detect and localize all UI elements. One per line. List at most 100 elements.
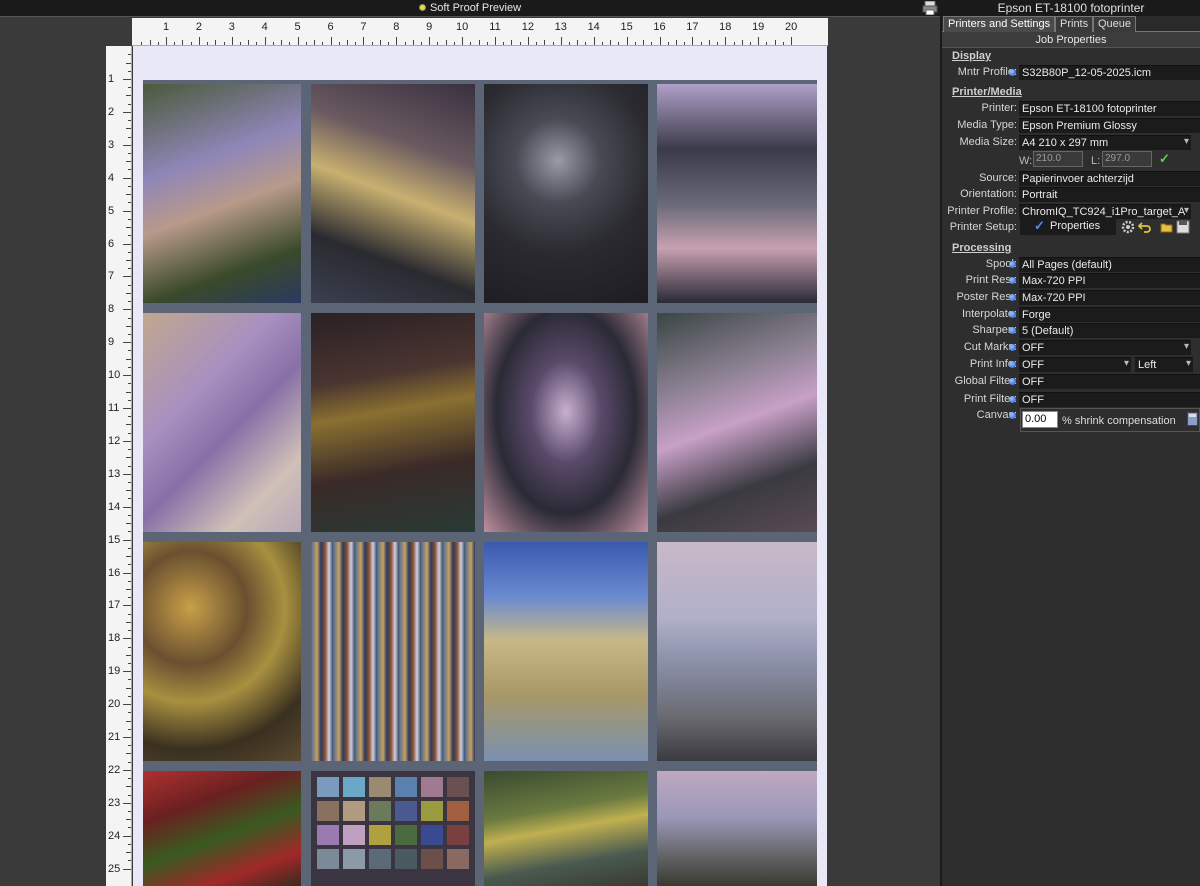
photo-sunflower-interior[interactable] [311,313,475,532]
width-field[interactable]: 210.0 [1033,151,1083,167]
tab-prints[interactable]: Prints [1055,16,1094,32]
v-ruler-tick [123,572,131,574]
photo-rocks-trees[interactable] [484,771,648,886]
photo-ceramic-plates[interactable] [143,542,301,761]
spool-bullet-icon[interactable] [1009,261,1016,268]
global-filter-bullet-icon[interactable] [1009,378,1016,385]
v-ruler-tick [128,366,131,368]
v-ruler-tick [128,432,131,434]
print-info-position-select[interactable]: Left [1135,357,1193,372]
print-filter-field[interactable]: OFF [1019,392,1200,407]
undo-icon[interactable] [1138,220,1152,234]
photo-peppers[interactable] [143,771,301,886]
canvas-bullet-icon[interactable] [1009,412,1016,419]
print-sheet [143,80,817,886]
printer-profile-select[interactable]: ChromIQ_TC924_i1Pro_target_A [1019,204,1191,219]
length-field[interactable]: 297.0 [1102,151,1152,167]
sharpen-bullet-icon[interactable] [1009,327,1016,334]
h-ruler-tick [462,37,464,45]
h-ruler-tick [149,40,151,45]
poster-res-bullet-icon[interactable] [1009,294,1016,301]
v-ruler-tick [126,358,131,360]
photo-flowers-girl[interactable] [143,84,301,303]
photo-abstract-face[interactable] [484,313,648,532]
v-ruler-tick [123,638,131,640]
row-print-res: Print Res.: Max-720 PPI [942,273,1200,288]
poster-res-field[interactable]: Max-720 PPI [1019,290,1200,305]
cut-marks-bullet-icon[interactable] [1009,344,1016,351]
v-ruler-tick [126,325,131,327]
v-ruler-tick [128,120,131,122]
properties-button[interactable]: ✓ Properties [1020,218,1116,235]
cut-marks-select[interactable]: OFF [1019,340,1191,355]
v-ruler-tick [126,227,131,229]
row-print-filter: Print Filter: OFF [942,392,1200,407]
confirm-size-check-icon[interactable]: ✓ [1159,151,1170,167]
source-label: Source: [979,172,1017,184]
printer-field[interactable]: Epson ET-18100 fotoprinter [1019,101,1200,116]
length-label: L: [1091,155,1101,167]
photo-landscape-hills[interactable] [657,542,817,761]
h-ruler-tick [346,40,348,45]
sharpen-field[interactable]: 5 (Default) [1019,323,1200,338]
photo-abstract-figure[interactable] [657,313,817,532]
orientation-field[interactable]: Portrait [1019,187,1200,202]
mntr-profile-field[interactable]: S32B80P_12-05-2025.icm [1019,65,1200,80]
print-filter-bullet-icon[interactable] [1009,396,1016,403]
print-res-field[interactable]: Max-720 PPI [1019,273,1200,288]
interpolate-bullet-icon[interactable] [1009,311,1016,318]
printer-profile-label: Printer Profile: [947,205,1017,217]
row-mntr-profile: Mntr Profile: S32B80P_12-05-2025.icm [942,65,1200,80]
v-ruler-tick [123,309,131,311]
tab-queue[interactable]: Queue [1093,16,1137,32]
v-ruler-tick [126,161,131,163]
photo-woman-face[interactable] [143,313,301,532]
v-ruler-tick [128,284,131,286]
v-ruler-tick [128,794,131,796]
row-sharpen: Sharpen: 5 (Default) [942,323,1200,338]
row-cut-marks: Cut Marks: OFF [942,340,1200,355]
h-ruler-tick [404,42,406,45]
v-ruler-tick [123,835,131,837]
row-global-filter: Global Filter: OFF [942,374,1200,389]
mntr-profile-bullet-icon[interactable] [1009,69,1016,76]
print-res-bullet-icon[interactable] [1009,277,1016,284]
spool-field[interactable]: All Pages (default) [1019,257,1200,272]
h-ruler-tick [215,40,217,45]
h-ruler-tick [749,42,751,45]
print-info-bullet-icon[interactable] [1009,361,1016,368]
v-ruler-tick [128,761,131,763]
source-field[interactable]: Papierinvoer achterzijd [1019,171,1200,186]
v-ruler-tick [126,490,131,492]
h-ruler-tick [272,42,274,45]
h-ruler-tick [207,42,209,45]
photo-adobe-church[interactable] [484,542,648,761]
h-ruler-tick [486,42,488,45]
global-filter-field[interactable]: OFF [1019,374,1200,389]
photo-spiral-staircase[interactable] [484,84,648,303]
v-ruler-tick [123,79,131,80]
v-ruler-tick [128,449,131,451]
printer-icon[interactable] [922,1,938,15]
v-ruler-tick [123,737,131,738]
media-size-select[interactable]: A4 210 x 297 mm [1019,135,1191,150]
save-icon[interactable] [1176,220,1190,234]
print-info-select[interactable]: OFF [1019,357,1131,372]
calculator-icon[interactable] [1187,412,1198,426]
canvas-shrink-input[interactable]: 0.00 [1022,411,1058,428]
interpolate-field[interactable]: Forge [1019,307,1200,322]
photo-castle-mirror[interactable] [657,84,817,303]
tab-printers-and-settings[interactable]: Printers and Settings [943,16,1056,32]
photo-doll-balcony[interactable] [311,84,475,303]
photo-beads-strings[interactable] [311,542,475,761]
photo-color-checker[interactable] [311,771,475,886]
v-ruler-label: 19 [108,665,121,678]
photo-misty-landscape[interactable] [657,771,817,886]
open-folder-icon[interactable] [1160,220,1174,234]
gear-icon[interactable] [1121,220,1135,234]
v-ruler-label: 21 [108,731,121,743]
v-ruler-tick [126,128,131,130]
v-ruler-tick [128,218,131,220]
v-ruler-tick [128,153,131,155]
media-type-field[interactable]: Epson Premium Glossy [1019,118,1200,133]
